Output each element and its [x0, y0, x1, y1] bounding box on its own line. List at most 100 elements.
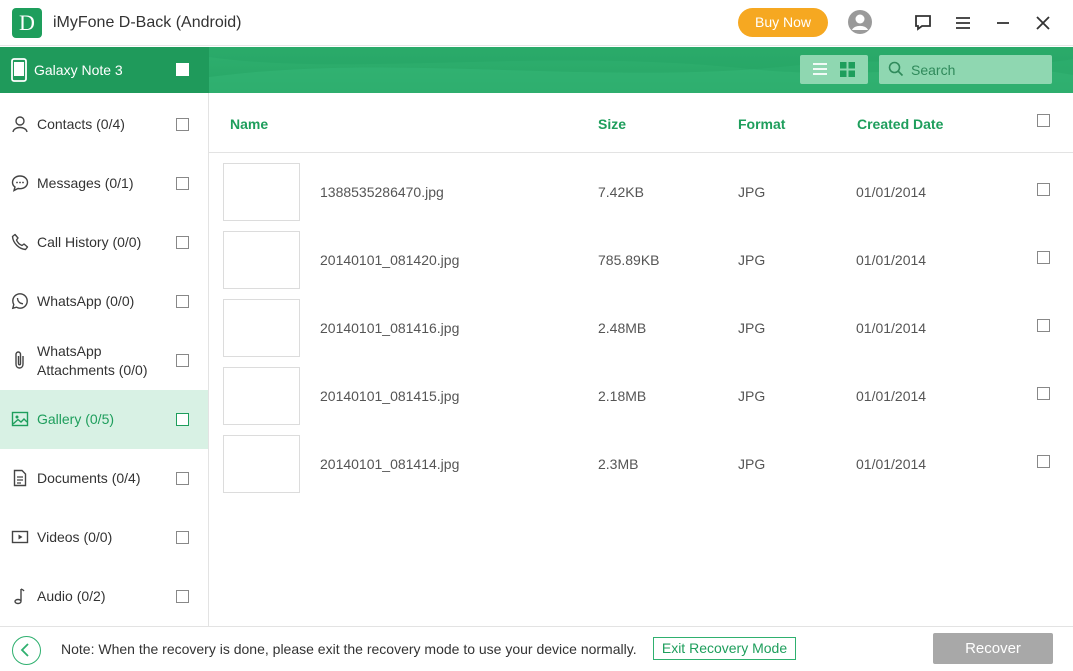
whatsapp-icon — [11, 292, 29, 310]
file-name: 1388535286470.jpg — [320, 184, 444, 200]
chat-bubble-icon — [11, 174, 29, 192]
sidebar-item-label: WhatsApp (0/0) — [37, 293, 135, 309]
column-header-created-date[interactable]: Created Date — [857, 116, 943, 132]
chevron-left-icon — [20, 643, 29, 657]
table-row[interactable]: 20140101_081415.jpg 2.18MB JPG 01/01/201… — [209, 357, 1073, 425]
file-size: 2.3MB — [598, 456, 639, 472]
file-size: 785.89KB — [598, 252, 660, 268]
account-icon[interactable] — [847, 9, 873, 35]
grid-view-icon[interactable] — [840, 62, 855, 82]
sidebar-item-checkbox[interactable] — [176, 236, 189, 249]
sidebar-item-label: Call History (0/0) — [37, 234, 142, 250]
search-box — [879, 55, 1052, 84]
document-icon — [11, 469, 29, 487]
file-name: 20140101_081415.jpg — [320, 388, 460, 404]
sidebar-item-checkbox[interactable] — [176, 413, 189, 426]
sidebar-item-checkbox[interactable] — [176, 531, 189, 544]
menu-icon[interactable] — [950, 10, 976, 36]
sidebar-item-label: Audio (0/2) — [37, 588, 106, 604]
sidebar-item-checkbox[interactable] — [176, 118, 189, 131]
file-name: 20140101_081420.jpg — [320, 252, 460, 268]
sidebar-item-label: Gallery (0/5) — [37, 411, 115, 427]
back-button[interactable] — [12, 636, 41, 665]
file-format: JPG — [738, 320, 766, 336]
file-created-date: 01/01/2014 — [856, 184, 927, 200]
sidebar-item-videos[interactable]: Videos (0/0) — [0, 508, 208, 567]
sidebar-item-label: Messages (0/1) — [37, 175, 134, 191]
file-thumbnail[interactable] — [223, 231, 300, 289]
sidebar-item-checkbox[interactable] — [176, 590, 189, 603]
file-created-date: 01/01/2014 — [856, 320, 927, 336]
sidebar-item-label: WhatsApp — [37, 343, 102, 359]
file-size: 2.48MB — [598, 320, 647, 336]
column-header-size[interactable]: Size — [598, 116, 626, 132]
table-row[interactable]: 1388535286470.jpg 7.42KB JPG 01/01/2014 — [209, 153, 1073, 221]
sidebar-item-checkbox[interactable] — [176, 472, 189, 485]
column-header-name[interactable]: Name — [230, 116, 268, 132]
file-thumbnail[interactable] — [223, 163, 300, 221]
sidebar-item-label: Contacts (0/4) — [37, 116, 125, 132]
feedback-icon[interactable] — [910, 10, 936, 36]
sidebar-item-label: Videos (0/0) — [37, 529, 113, 545]
footer-bar: Note: When the recovery is done, please … — [0, 626, 1073, 671]
table-row[interactable]: 20140101_081414.jpg 2.3MB JPG 01/01/2014 — [209, 425, 1073, 493]
file-size: 7.42KB — [598, 184, 644, 200]
row-checkbox[interactable] — [1037, 251, 1050, 264]
sidebar-item-audio[interactable]: Audio (0/2) — [0, 567, 208, 626]
file-format: JPG — [738, 252, 766, 268]
file-name: 20140101_081416.jpg — [320, 320, 460, 336]
list-view-icon[interactable] — [812, 61, 828, 82]
header-bar: Galaxy Note 3 — [0, 47, 1073, 93]
file-format: JPG — [738, 184, 766, 200]
sidebar-item-checkbox[interactable] — [176, 295, 189, 308]
recover-button[interactable]: Recover — [933, 633, 1053, 664]
sidebar-item-whatsapp-attachments[interactable]: WhatsApp Attachments (0/0) — [0, 331, 208, 390]
file-thumbnail[interactable] — [223, 299, 300, 357]
sidebar-item-label-line2: Attachments (0/0) — [37, 362, 148, 378]
column-header-format[interactable]: Format — [738, 116, 785, 132]
video-icon — [11, 528, 29, 546]
phone-icon — [11, 233, 29, 251]
file-format: JPG — [738, 456, 766, 472]
file-format: JPG — [738, 388, 766, 404]
row-checkbox[interactable] — [1037, 183, 1050, 196]
file-size: 2.18MB — [598, 388, 647, 404]
select-all-checkbox[interactable] — [176, 63, 189, 76]
file-thumbnail[interactable] — [223, 367, 300, 425]
app-title: iMyFone D-Back (Android) — [53, 14, 242, 31]
sidebar-item-checkbox[interactable] — [176, 354, 189, 367]
row-checkbox[interactable] — [1037, 319, 1050, 332]
view-toggle — [800, 55, 868, 84]
file-created-date: 01/01/2014 — [856, 388, 927, 404]
recovery-note: Note: When the recovery is done, please … — [61, 641, 637, 657]
table-row[interactable]: 20140101_081416.jpg 2.48MB JPG 01/01/201… — [209, 289, 1073, 357]
file-table-header: Name Size Format Created Date — [209, 93, 1073, 153]
row-checkbox[interactable] — [1037, 455, 1050, 468]
search-input[interactable] — [911, 60, 1046, 79]
file-thumbnail[interactable] — [223, 435, 300, 493]
paperclip-icon — [11, 351, 29, 369]
search-icon — [888, 61, 904, 82]
close-icon[interactable] — [1030, 10, 1056, 36]
file-created-date: 01/01/2014 — [856, 252, 927, 268]
minimize-icon[interactable] — [990, 10, 1016, 36]
buy-now-button[interactable]: Buy Now — [738, 8, 828, 37]
sidebar-item-messages[interactable]: Messages (0/1) — [0, 154, 208, 213]
sidebar-item-whatsapp[interactable]: WhatsApp (0/0) — [0, 272, 208, 331]
sidebar-item-call-history[interactable]: Call History (0/0) — [0, 213, 208, 272]
person-icon — [11, 115, 29, 133]
sidebar-item-documents[interactable]: Documents (0/4) — [0, 449, 208, 508]
exit-recovery-mode-button[interactable]: Exit Recovery Mode — [653, 637, 796, 660]
device-name: Galaxy Note 3 — [34, 62, 123, 78]
select-all-files-checkbox[interactable] — [1037, 114, 1050, 127]
file-name: 20140101_081414.jpg — [320, 456, 460, 472]
sidebar-item-gallery[interactable]: Gallery (0/5) — [0, 390, 208, 449]
sidebar-item-checkbox[interactable] — [176, 177, 189, 190]
sidebar-item-contacts[interactable]: Contacts (0/4) — [0, 95, 208, 154]
phone-device-icon — [11, 58, 27, 87]
music-note-icon — [11, 587, 29, 605]
table-row[interactable]: 20140101_081420.jpg 785.89KB JPG 01/01/2… — [209, 221, 1073, 289]
device-panel: Galaxy Note 3 — [0, 47, 209, 93]
category-sidebar: Contacts (0/4) Messages (0/1) Call Histo… — [0, 93, 209, 626]
row-checkbox[interactable] — [1037, 387, 1050, 400]
